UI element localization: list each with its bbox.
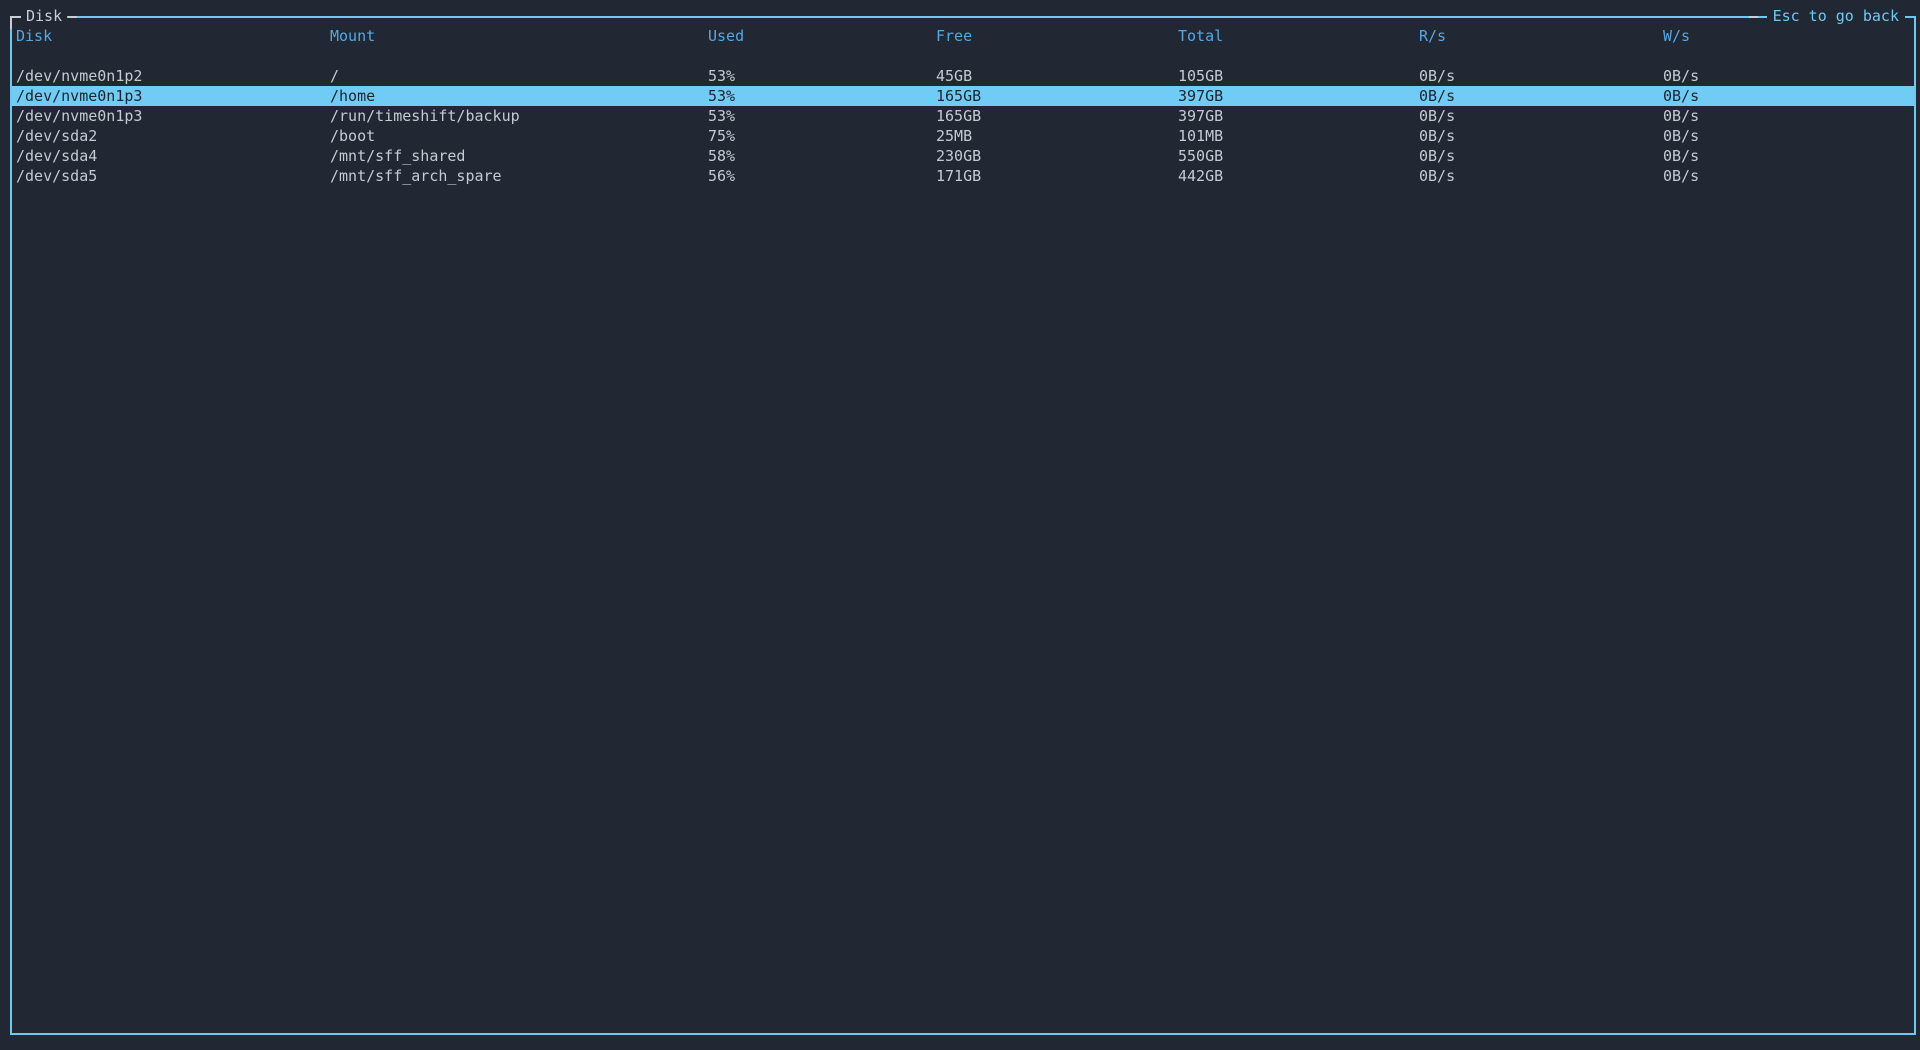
cell-write-per-sec: 0B/s	[1663, 126, 1914, 146]
cell-write-per-sec: 0B/s	[1663, 146, 1914, 166]
cell-read-per-sec: 0B/s	[1419, 166, 1663, 186]
cell-free: 230GB	[936, 146, 1178, 166]
cell-total: 105GB	[1178, 66, 1419, 86]
cell-mount: /run/timeshift/backup	[330, 106, 708, 126]
cell-read-per-sec: 0B/s	[1419, 126, 1663, 146]
disk-table-body: /dev/nvme0n1p2 / 53% 45GB 105GB 0B/s 0B/…	[12, 66, 1914, 186]
cell-free: 165GB	[936, 86, 1178, 106]
cell-free: 45GB	[936, 66, 1178, 86]
cell-disk: /dev/nvme0n1p3	[16, 106, 330, 126]
disk-table-row[interactable]: /dev/sda5 /mnt/sff_arch_spare 56% 171GB …	[12, 166, 1914, 186]
cell-read-per-sec: 0B/s	[1419, 146, 1663, 166]
cell-disk: /dev/nvme0n1p2	[16, 66, 330, 86]
disk-table: Disk Mount Used Free Total R/s W/s	[12, 18, 1914, 1033]
cell-total: 550GB	[1178, 146, 1419, 166]
cell-mount: /	[330, 66, 708, 86]
disk-table-row[interactable]: /dev/sda2 /boot 75% 25MB 101MB 0B/s 0B/s	[12, 126, 1914, 146]
disk-table-row[interactable]: /dev/nvme0n1p3 /run/timeshift/backup 53%…	[12, 106, 1914, 126]
cell-total: 397GB	[1178, 86, 1419, 106]
column-header: Used	[708, 26, 936, 46]
cell-disk: /dev/nvme0n1p3	[16, 86, 330, 106]
terminal-screen: Disk Esc to go back Disk Mount Used Free…	[0, 0, 1920, 1050]
table-header-row: Disk Mount Used Free Total R/s W/s	[12, 26, 1914, 46]
cell-disk: /dev/sda4	[16, 146, 330, 166]
header-spacer	[12, 46, 1914, 66]
cell-write-per-sec: 0B/s	[1663, 86, 1914, 106]
cell-mount: /home	[330, 86, 708, 106]
cell-total: 101MB	[1178, 126, 1419, 146]
cell-mount: /mnt/sff_shared	[330, 146, 708, 166]
cell-total: 397GB	[1178, 106, 1419, 126]
cell-write-per-sec: 0B/s	[1663, 66, 1914, 86]
disk-panel: Disk Esc to go back Disk Mount Used Free…	[10, 16, 1916, 1035]
cell-total: 442GB	[1178, 166, 1419, 186]
cell-write-per-sec: 0B/s	[1663, 106, 1914, 126]
column-header: Disk	[16, 26, 330, 46]
column-header: R/s	[1419, 26, 1663, 46]
disk-table-row[interactable]: /dev/nvme0n1p3 /home 53% 165GB 397GB 0B/…	[12, 86, 1914, 106]
column-header: Free	[936, 26, 1178, 46]
cell-free: 165GB	[936, 106, 1178, 126]
cell-used: 75%	[708, 126, 936, 146]
cell-used: 58%	[708, 146, 936, 166]
column-header: Total	[1178, 26, 1419, 46]
disk-table-row[interactable]: /dev/nvme0n1p2 / 53% 45GB 105GB 0B/s 0B/…	[12, 66, 1914, 86]
cell-read-per-sec: 0B/s	[1419, 106, 1663, 126]
cell-used: 53%	[708, 66, 936, 86]
cell-read-per-sec: 0B/s	[1419, 66, 1663, 86]
cell-read-per-sec: 0B/s	[1419, 86, 1663, 106]
cell-used: 53%	[708, 86, 936, 106]
cell-free: 25MB	[936, 126, 1178, 146]
cell-used: 53%	[708, 106, 936, 126]
column-header: W/s	[1663, 26, 1914, 46]
cell-write-per-sec: 0B/s	[1663, 166, 1914, 186]
disk-table-row[interactable]: /dev/sda4 /mnt/sff_shared 58% 230GB 550G…	[12, 146, 1914, 166]
cell-disk: /dev/sda5	[16, 166, 330, 186]
column-header: Mount	[330, 26, 708, 46]
cell-free: 171GB	[936, 166, 1178, 186]
cell-used: 56%	[708, 166, 936, 186]
cell-mount: /boot	[330, 126, 708, 146]
cell-disk: /dev/sda2	[16, 126, 330, 146]
cell-mount: /mnt/sff_arch_spare	[330, 166, 708, 186]
